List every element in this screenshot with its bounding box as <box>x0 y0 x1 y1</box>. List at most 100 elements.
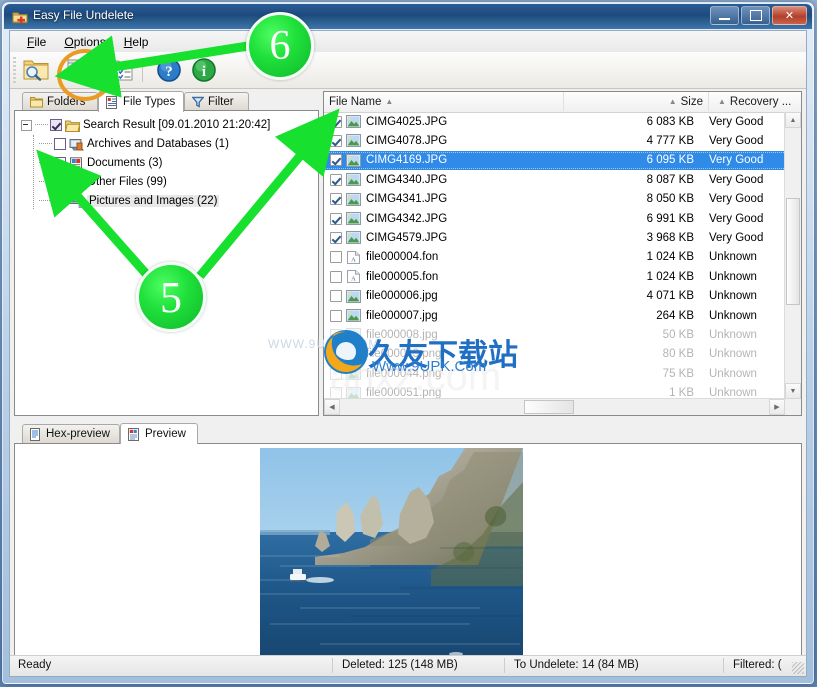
question-mark-icon: ? <box>157 58 181 82</box>
svg-text:A: A <box>351 276 356 283</box>
maximize-button[interactable] <box>741 6 770 25</box>
status-to-undelete: To Undelete: 14 (84 MB) <box>514 659 639 671</box>
tree-node-archives[interactable]: Archives and Databases (1) <box>39 135 229 153</box>
tree-dot-connector <box>35 124 48 126</box>
scroll-left-button[interactable]: ◀ <box>324 399 340 415</box>
tree-checkbox-pictures[interactable] <box>54 195 66 207</box>
table-row[interactable]: CIMG4341.JPG8 050 KBVery GoodJPEG <box>324 190 801 209</box>
tab-preview-label: Preview <box>145 428 186 440</box>
about-button[interactable]: i <box>188 55 220 85</box>
annotation-badge-5: 5 <box>136 262 206 332</box>
file-list-header: File Name ▲ ▲ Size ▲ Recovery ... ▲ File… <box>324 92 801 113</box>
menu-item-file[interactable]: File <box>18 33 55 51</box>
image-file-icon <box>346 309 361 322</box>
title-bar: Easy File Undelete ✕ <box>3 3 813 30</box>
cell-file-name: file000044.png <box>366 367 442 380</box>
table-row[interactable]: CIMG4078.JPG4 777 KBVery GoodJPEG <box>324 131 801 150</box>
cell-file-name: CIMG4341.JPG <box>366 193 448 206</box>
menu-options-rest: ptions <box>73 34 106 49</box>
table-row[interactable]: Afile000005.fon1 024 KBUnknownFont File <box>324 267 801 286</box>
table-row[interactable]: file000043.png80 KBUnknownPNG <box>324 345 801 364</box>
toolbar-grip[interactable] <box>13 57 16 83</box>
help-button[interactable]: ? <box>153 55 185 85</box>
tab-preview[interactable]: Preview <box>120 423 198 444</box>
left-tab-bar: Folders File Types Filter <box>14 91 319 112</box>
tree-checkbox-search-result[interactable] <box>50 119 62 131</box>
row-checkbox[interactable] <box>330 367 342 380</box>
cell-size: 6 095 KB <box>646 154 694 167</box>
file-list-horizontal-scrollbar[interactable]: ◀ ▶ <box>324 398 785 415</box>
tree-node-documents[interactable]: Documents (3) <box>39 154 162 172</box>
table-row[interactable]: file000007.jpg264 KBUnknownJPEG <box>324 306 801 325</box>
tree-node-pictures[interactable]: Pictures and Images (22) <box>39 192 220 210</box>
table-row[interactable]: CIMG4342.JPG6 991 KBVery GoodJPEG <box>324 209 801 228</box>
svg-text:i: i <box>202 64 206 80</box>
cell-size: 4 071 KB <box>646 290 694 303</box>
status-deleted: Deleted: 125 (148 MB) <box>342 659 458 671</box>
toolbar-separator <box>142 58 143 82</box>
scroll-down-button[interactable]: ▼ <box>785 383 801 399</box>
row-checkbox[interactable] <box>330 212 342 225</box>
annotation-badge-6-label: 6 <box>269 23 291 69</box>
row-checkbox[interactable] <box>330 193 342 206</box>
horizontal-scrollbar-thumb[interactable] <box>524 400 574 414</box>
row-checkbox[interactable] <box>330 290 342 303</box>
cell-size: 3 968 KB <box>646 231 694 244</box>
row-checkbox[interactable] <box>330 348 342 361</box>
hex-preview-icon <box>30 427 40 441</box>
close-button[interactable]: ✕ <box>772 6 807 25</box>
tree-checkbox-archives[interactable] <box>54 138 66 150</box>
image-file-icon <box>346 134 361 148</box>
table-row[interactable]: file000008.jpg50 KBUnknownJPEG <box>324 325 801 344</box>
column-header-recovery[interactable]: ▲ Recovery ... <box>709 92 801 111</box>
sort-ascending-icon: ▲ <box>718 97 726 106</box>
table-row[interactable]: file000044.png75 KBUnknownPNG <box>324 364 801 383</box>
tab-hex-preview[interactable]: Hex-preview <box>22 424 120 443</box>
table-row[interactable]: file000006.jpg4 071 KBUnknownJPEG <box>324 287 801 306</box>
scroll-right-button[interactable]: ▶ <box>769 399 785 415</box>
row-checkbox[interactable] <box>330 173 342 186</box>
menu-item-help[interactable]: Help <box>115 33 158 51</box>
tree-node-other-files[interactable]: Other Files (99) <box>39 173 167 191</box>
tab-filter[interactable]: Filter <box>184 92 249 111</box>
table-row[interactable]: CIMG4169.JPG6 095 KBVery GoodJPEG <box>324 150 801 170</box>
image-preview-icon <box>128 427 139 441</box>
menu-item-options[interactable]: Options <box>55 33 114 51</box>
image-file-icon <box>346 289 361 303</box>
tree-node-search-result[interactable]: Search Result [09.01.2010 21:20:42] <box>21 116 270 134</box>
minimize-button[interactable] <box>710 6 739 25</box>
row-checkbox[interactable] <box>330 154 342 167</box>
vertical-scrollbar-thumb[interactable] <box>786 198 800 305</box>
row-checkbox[interactable] <box>330 328 342 341</box>
scrollbar-corner <box>785 399 801 415</box>
tree-dot-connector <box>39 181 52 183</box>
row-checkbox[interactable] <box>330 309 342 322</box>
cell-file-name: file000043.png <box>366 348 442 361</box>
column-header-size[interactable]: ▲ Size <box>564 92 709 111</box>
file-list[interactable]: File Name ▲ ▲ Size ▲ Recovery ... ▲ File… <box>323 91 802 416</box>
table-row[interactable]: CIMG4025.JPG6 083 KBVery GoodJPEG <box>324 112 801 131</box>
cell-file-name: CIMG4579.JPG <box>366 231 448 244</box>
row-checkbox[interactable] <box>330 251 342 264</box>
open-folder-icon <box>65 120 80 132</box>
table-row[interactable]: CIMG4340.JPG8 087 KBVery GoodJPEG <box>324 170 801 189</box>
scroll-up-button[interactable]: ▲ <box>785 112 801 128</box>
tree-checkbox-documents[interactable] <box>54 157 66 169</box>
cell-file-name: CIMG4169.JPG <box>366 154 448 167</box>
table-row[interactable]: CIMG4579.JPG3 968 KBVery GoodJPEG <box>324 228 801 247</box>
row-checkbox[interactable] <box>330 270 342 283</box>
annotation-badge-6: 6 <box>246 12 314 80</box>
tree-checkbox-other-files[interactable] <box>54 176 66 188</box>
font-file-icon: A <box>347 250 360 264</box>
search-folder-button[interactable] <box>20 55 52 85</box>
table-row[interactable]: Afile000004.fon1 024 KBUnknownFont File <box>324 248 801 267</box>
row-checkbox[interactable] <box>330 115 342 128</box>
column-header-file-name[interactable]: File Name ▲ <box>324 92 564 111</box>
row-checkbox[interactable] <box>330 134 342 147</box>
resize-grip[interactable] <box>792 662 804 674</box>
documents-icon <box>70 156 82 170</box>
file-list-vertical-scrollbar[interactable]: ▲ ▼ <box>784 112 801 399</box>
tree-expander-icon[interactable] <box>21 119 32 131</box>
row-checkbox[interactable] <box>330 231 342 244</box>
tab-file-types[interactable]: File Types <box>98 91 184 112</box>
